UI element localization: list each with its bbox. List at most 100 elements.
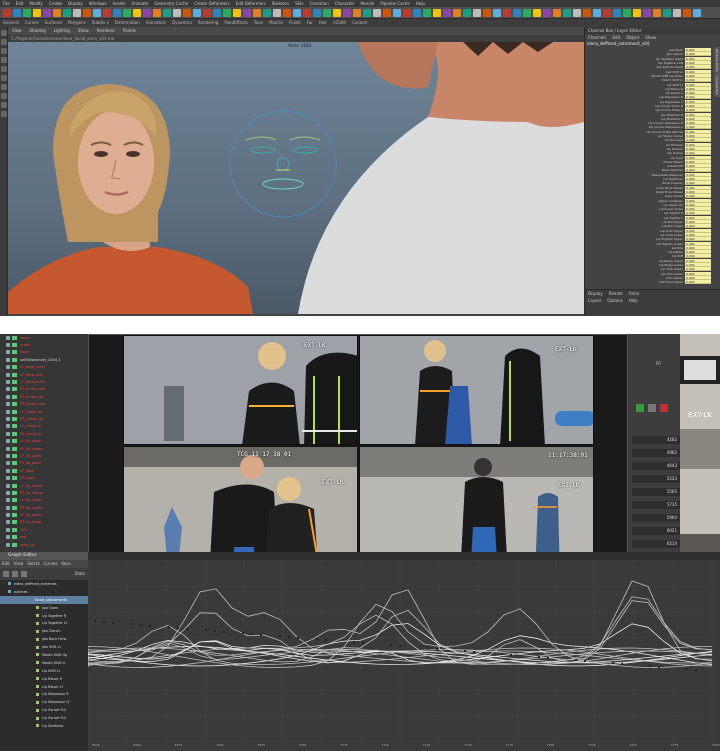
- shelf-tab-7[interactable]: Dynamics: [172, 19, 192, 27]
- face-control-rig[interactable]: [229, 110, 337, 218]
- visibility-icon[interactable]: [6, 513, 10, 518]
- graph-channel-item[interactable]: Jaw Open: [0, 604, 88, 612]
- visibility-icon[interactable]: [6, 387, 10, 392]
- shelf-tool-icon[interactable]: [123, 9, 131, 17]
- visibility-icon[interactable]: [6, 431, 10, 436]
- outliner-item[interactable]: elena: [0, 334, 88, 341]
- graph-channel-item[interactable]: Lip Together R: [0, 612, 88, 620]
- shelf-tool-icon[interactable]: [163, 9, 171, 17]
- outliner-item[interactable]: RT_brow_inner: [0, 386, 88, 393]
- menu-item-8[interactable]: Geometry Cache: [154, 0, 188, 7]
- shelf-tool-icon[interactable]: [503, 9, 511, 17]
- frame-number-field[interactable]: 5565: [632, 488, 680, 496]
- lasso-tool-icon[interactable]: [1, 39, 7, 45]
- shelf-tool-icon[interactable]: [693, 9, 701, 17]
- layer-menu-item-1[interactable]: Options: [607, 298, 622, 304]
- outliner-item[interactable]: LF_lip_lower: [0, 511, 88, 518]
- graph-channel-item[interactable]: Lip Depressor R: [0, 690, 88, 698]
- outliner-item[interactable]: LF_lid_lower: [0, 452, 88, 459]
- shelf-tool-icon[interactable]: [323, 9, 331, 17]
- scale-tool-icon[interactable]: [1, 66, 7, 72]
- shelf-tool-icon[interactable]: [253, 9, 261, 17]
- rotate-tool-icon[interactable]: [1, 57, 7, 63]
- shelf-tab-0[interactable]: General: [3, 19, 19, 27]
- viewport-menu-item-3[interactable]: Show: [78, 27, 89, 35]
- shelf-tool-icon[interactable]: [493, 9, 501, 17]
- shelf-tool-icon[interactable]: [93, 9, 101, 17]
- curve-graph[interactable]: 6925 6950 6975 7000 7025 7050 7075 7100 7125 7150…: [88, 560, 720, 751]
- visibility-icon[interactable]: [6, 350, 10, 355]
- menu-item-15[interactable]: Muscle: [361, 0, 375, 7]
- visibility-icon[interactable]: [6, 461, 10, 466]
- frame-number-field[interactable]: 4962: [632, 449, 680, 457]
- outliner-item[interactable]: jaw: [0, 534, 88, 541]
- shelf-tab-12[interactable]: Fluids: [289, 19, 301, 27]
- shelf-tab-5[interactable]: Deformation: [115, 19, 140, 27]
- layout-graph-icon[interactable]: [1, 111, 7, 117]
- outliner-item[interactable]: LF_brow_mid: [0, 371, 88, 378]
- channel-menu-item-3[interactable]: Show: [645, 34, 656, 41]
- menu-item-6[interactable]: Assets: [113, 0, 126, 7]
- shelf-tool-icon[interactable]: [483, 9, 491, 17]
- shelf-tab-3[interactable]: Polygons: [68, 19, 86, 27]
- viewport-menu-item-0[interactable]: View: [12, 27, 22, 35]
- frame-number-field[interactable]: 6214: [632, 540, 680, 548]
- shelf-tool-icon[interactable]: [533, 9, 541, 17]
- manipulator-icon[interactable]: [1, 75, 7, 81]
- layer-menu-item-0[interactable]: Layers: [588, 298, 601, 304]
- outliner-item[interactable]: LF_brow_inner: [0, 364, 88, 371]
- shelf-tool-icon[interactable]: [313, 9, 321, 17]
- menu-item-7[interactable]: Animate: [132, 0, 149, 7]
- graph-menu-item-0[interactable]: Edit: [2, 560, 10, 568]
- outliner-item[interactable]: ueElSequencer_2404_1: [0, 356, 88, 363]
- graph-menu-item-2[interactable]: Select: [27, 560, 39, 568]
- shelf-tab-1[interactable]: Curves: [25, 19, 39, 27]
- shelf-tool-icon[interactable]: [3, 9, 11, 17]
- menu-item-17[interactable]: Help: [416, 0, 425, 7]
- outliner-item[interactable]: RT_cheek_lo: [0, 430, 88, 437]
- shelf-tool-icon[interactable]: [523, 9, 531, 17]
- viewport-menu-item-2[interactable]: Lighting: [54, 27, 70, 35]
- shelf-tool-icon[interactable]: [443, 9, 451, 17]
- visibility-icon[interactable]: [6, 439, 10, 444]
- shelf-tool-icon[interactable]: [183, 9, 191, 17]
- outliner-item[interactable]: chin: [0, 526, 88, 533]
- shelf-tool-icon[interactable]: [343, 9, 351, 17]
- shelf-tool-icon[interactable]: [273, 9, 281, 17]
- layout-side-icon[interactable]: [1, 102, 7, 108]
- shelf-tool-icon[interactable]: [103, 9, 111, 17]
- graph-channel-item[interactable]: Lip Together Lf: [0, 619, 88, 627]
- shelf-tool-icon[interactable]: [463, 9, 471, 17]
- shelf-tool-icon[interactable]: [613, 9, 621, 17]
- shelf-tab-6[interactable]: Animation: [146, 19, 166, 27]
- graph-channel-item[interactable]: Jaw Clench: [0, 627, 88, 635]
- outliner-item[interactable]: RT_lip_corner: [0, 489, 88, 496]
- graph-channel-item[interactable]: outlines: [0, 588, 88, 596]
- outliner-item[interactable]: RT_lid_lower: [0, 460, 88, 467]
- outliner-item[interactable]: LF_lip_upper: [0, 497, 88, 504]
- shelf-tool-icon[interactable]: [143, 9, 151, 17]
- visibility-icon[interactable]: [6, 446, 10, 451]
- graph-channel-item[interactable]: Lip Depressor Lf: [0, 698, 88, 706]
- frame-number-field[interactable]: 5964: [632, 514, 680, 522]
- outliner-item[interactable]: nose_tip: [0, 541, 88, 548]
- shelf-tool-icon[interactable]: [393, 9, 401, 17]
- shelf-tool-icon[interactable]: [603, 9, 611, 17]
- shelf-tool-icon[interactable]: [133, 9, 141, 17]
- visibility-icon[interactable]: [6, 409, 10, 414]
- shelf-tab-8[interactable]: Rendering: [198, 19, 218, 27]
- channel-menu-item-0[interactable]: Channels: [588, 34, 607, 41]
- shelf-tool-icon[interactable]: [153, 9, 161, 17]
- visibility-icon[interactable]: [6, 394, 10, 399]
- outliner-item[interactable]: RT_nose: [0, 474, 88, 481]
- shelf-tool-icon[interactable]: [13, 9, 21, 17]
- menu-item-12[interactable]: Skin: [295, 0, 304, 7]
- visibility-icon[interactable]: [6, 343, 10, 348]
- menu-item-9[interactable]: Create Deformers: [194, 0, 230, 7]
- graph-channel-item[interactable]: Jaw Shift Lr: [0, 643, 88, 651]
- graph-channel-item[interactable]: Lip Corner Pul: [0, 714, 88, 722]
- shelf-tool-icon[interactable]: [673, 9, 681, 17]
- visibility-icon[interactable]: [6, 520, 10, 525]
- visibility-icon[interactable]: [6, 527, 10, 532]
- shelf-tab-9[interactable]: PaintEffects: [224, 19, 248, 27]
